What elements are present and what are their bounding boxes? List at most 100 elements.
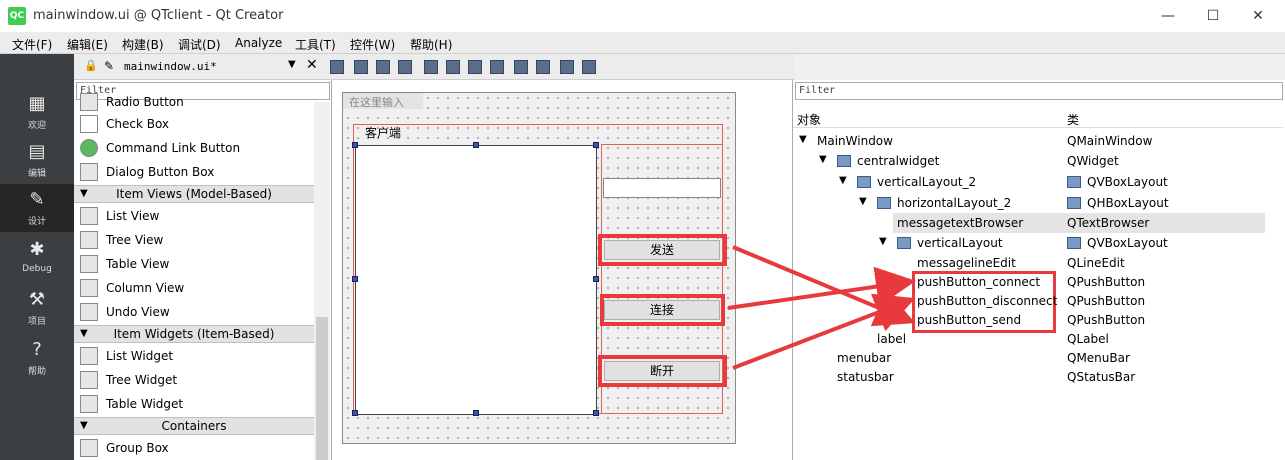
mode-design[interactable]: ✎ 设计 <box>0 184 74 232</box>
connect-button[interactable]: 连接 <box>604 300 720 320</box>
adjust-size-icon[interactable] <box>582 60 596 74</box>
close-document-icon[interactable]: ✕ <box>306 57 318 73</box>
object-class: QPushButton <box>1067 313 1146 327</box>
widget-undo-view[interactable]: Undo View <box>74 300 314 324</box>
selection-handle[interactable] <box>593 142 599 148</box>
layout-vertical-icon[interactable] <box>446 60 460 74</box>
widget-list-widget[interactable]: List Widget <box>74 344 314 368</box>
selection-handle[interactable] <box>352 142 358 148</box>
menu-edit[interactable]: 编辑(E) <box>67 36 108 53</box>
widget-radio-button[interactable]: Radio Button <box>74 90 314 114</box>
mode-debug[interactable]: ✱ Debug <box>0 234 74 282</box>
tree-row[interactable]: ▼ verticalLayout_2 QVBoxLayout <box>793 172 1283 192</box>
widget-column-view[interactable]: Column View <box>74 276 314 300</box>
menu-build[interactable]: 构建(B) <box>122 36 164 53</box>
tree-row[interactable]: label QLabel <box>793 329 1283 349</box>
widget-icon <box>837 155 851 167</box>
tree-row[interactable]: ▼ verticalLayout QVBoxLayout <box>793 233 1283 253</box>
close-button[interactable]: ✕ <box>1243 4 1273 28</box>
disconnect-button[interactable]: 断开 <box>604 361 720 381</box>
object-name: pushButton_connect <box>917 275 1041 289</box>
client-label[interactable]: 客户端 <box>365 124 401 141</box>
widget-list-view[interactable]: List View <box>74 204 314 228</box>
tree-row[interactable]: messagelineEdit QLineEdit <box>793 253 1283 273</box>
menu-file[interactable]: 文件(F) <box>12 36 52 53</box>
object-class: QLineEdit <box>1067 256 1125 270</box>
edit-tab-order-icon[interactable] <box>398 60 412 74</box>
widget-check-box[interactable]: Check Box <box>74 112 314 136</box>
menu-controls[interactable]: 控件(W) <box>350 36 395 53</box>
widget-label: Tree View <box>106 233 164 247</box>
mode-edit[interactable]: ▤ 编辑 <box>0 136 74 184</box>
tree-row-selected[interactable]: messagetextBrowser QTextBrowser <box>893 213 1265 233</box>
tree-row[interactable]: ▼ centralwidget QWidget <box>793 151 1283 171</box>
tree-row[interactable]: pushButton_connect QPushButton <box>793 272 1283 292</box>
mode-help[interactable]: ? 帮助 <box>0 334 74 382</box>
tree-row[interactable]: menubar QMenuBar <box>793 348 1283 368</box>
splitter-horizontal-icon[interactable] <box>468 60 482 74</box>
widget-group-box[interactable]: Group Box <box>74 436 314 460</box>
inspector-filter-input[interactable]: Filter <box>795 82 1283 100</box>
edit-widgets-icon[interactable] <box>330 60 344 74</box>
object-class: QVBoxLayout <box>1087 175 1168 189</box>
chevron-down-icon: ▼ <box>839 175 847 186</box>
maximize-button[interactable]: ☐ <box>1198 4 1228 28</box>
selection-handle[interactable] <box>593 410 599 416</box>
selection-handle[interactable] <box>352 410 358 416</box>
category-item-views[interactable]: ▼ Item Views (Model-Based) <box>74 185 314 203</box>
mode-debug-label: Debug <box>22 264 52 274</box>
widget-label: Undo View <box>106 305 170 319</box>
send-button[interactable]: 发送 <box>604 240 720 260</box>
selection-handle[interactable] <box>473 142 479 148</box>
widget-box-scrollbar[interactable] <box>314 102 330 460</box>
message-line-edit[interactable] <box>603 178 721 198</box>
main-window-form[interactable]: 在这里输入 客户端 发送 连接 断开 <box>342 92 736 444</box>
check-box-icon <box>80 115 98 133</box>
edit-buddies-icon[interactable] <box>376 60 390 74</box>
layout-horizontal-icon[interactable] <box>424 60 438 74</box>
widget-label: Table Widget <box>106 397 184 411</box>
menu-help[interactable]: 帮助(H) <box>410 36 452 53</box>
object-class: QMainWindow <box>1067 134 1153 148</box>
break-layout-icon[interactable] <box>560 60 574 74</box>
scrollbar-thumb[interactable] <box>316 317 328 460</box>
tree-row[interactable]: ▼ MainWindow QMainWindow <box>793 131 1283 151</box>
layout-form-icon[interactable] <box>514 60 528 74</box>
document-name[interactable]: mainwindow.ui* <box>124 60 217 73</box>
tree-row[interactable]: statusbar QStatusBar <box>793 367 1283 387</box>
edit-signals-icon[interactable] <box>354 60 368 74</box>
object-class: QPushButton <box>1067 275 1146 289</box>
widget-tree-view[interactable]: Tree View <box>74 228 314 252</box>
menu-analyze[interactable]: Analyze <box>235 36 282 50</box>
list-view-icon <box>80 207 98 225</box>
minimize-button[interactable]: — <box>1153 4 1183 28</box>
splitter-vertical-icon[interactable] <box>490 60 504 74</box>
mode-projects[interactable]: ⚒ 项目 <box>0 284 74 332</box>
category-containers[interactable]: ▼ Containers <box>74 417 314 435</box>
menu-placeholder[interactable]: 在这里输入 <box>343 93 423 109</box>
widget-dialog-button-box[interactable]: Dialog Button Box <box>74 160 314 184</box>
pencil-icon: ✎ <box>29 189 45 210</box>
chevron-down-icon[interactable]: ▼ <box>288 59 296 70</box>
widget-table-widget[interactable]: Table Widget <box>74 392 314 416</box>
selection-handle[interactable] <box>473 410 479 416</box>
message-text-browser[interactable] <box>355 145 597 415</box>
tree-row[interactable]: pushButton_send QPushButton <box>793 310 1283 330</box>
category-label: Containers <box>161 419 227 433</box>
menu-tools[interactable]: 工具(T) <box>295 36 336 53</box>
widget-table-view[interactable]: Table View <box>74 252 314 276</box>
mode-welcome[interactable]: ▦ 欢迎 <box>0 88 74 136</box>
selection-handle[interactable] <box>593 276 599 282</box>
menu-debug[interactable]: 调试(D) <box>178 36 221 53</box>
selection-handle[interactable] <box>352 276 358 282</box>
layout-grid-icon[interactable] <box>536 60 550 74</box>
column-header-class[interactable]: 类 <box>1067 111 1079 128</box>
widget-label: List Widget <box>106 349 174 363</box>
widget-command-link-button[interactable]: Command Link Button <box>74 136 314 160</box>
vbox-layout-icon <box>1067 176 1081 188</box>
tree-row[interactable]: pushButton_disconnect QPushButton <box>793 291 1283 311</box>
column-header-object[interactable]: 对象 <box>797 111 821 128</box>
widget-tree-widget[interactable]: Tree Widget <box>74 368 314 392</box>
tree-row[interactable]: ▼ horizontalLayout_2 QHBoxLayout <box>793 193 1283 213</box>
category-item-widgets[interactable]: ▼ Item Widgets (Item-Based) <box>74 325 314 343</box>
